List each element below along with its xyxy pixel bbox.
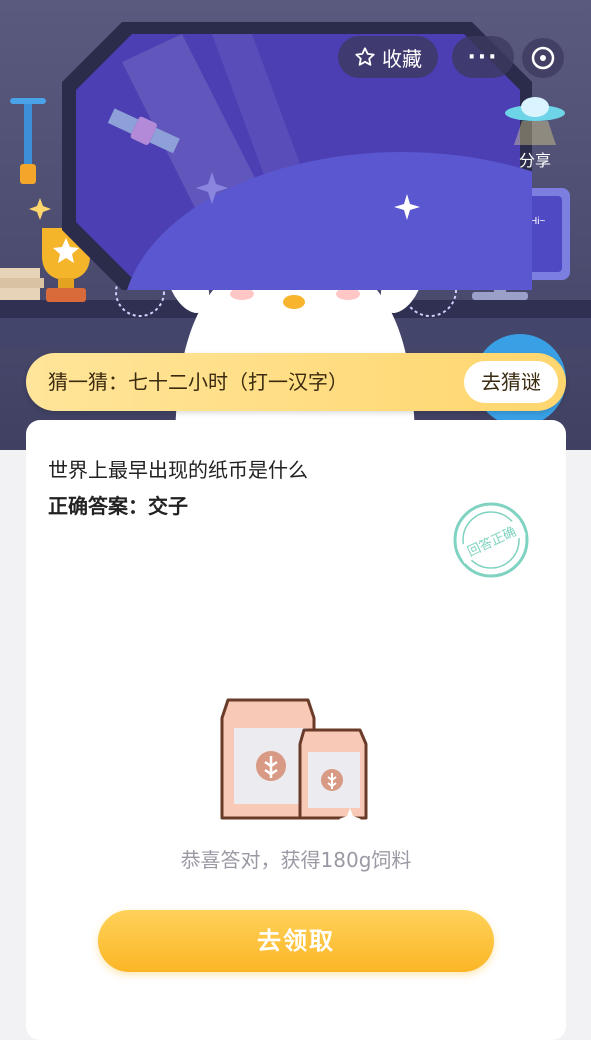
- more-icon: ···: [467, 44, 499, 70]
- reward-message: 恭喜答对，获得180g饲料: [180, 848, 412, 872]
- ufo-share-icon: [505, 97, 565, 145]
- share-button[interactable]: 分享: [500, 95, 570, 170]
- answer-card: 世界上最早出现的纸币是什么 正确答案：交子 回答正确 恭喜答对，获得180g饲料…: [26, 420, 566, 1040]
- stamp-text: 回答正确: [465, 524, 519, 560]
- riddle-banner: 猜一猜：七十二小时（打一汉字） 去猜谜: [26, 353, 566, 411]
- go-riddle-button[interactable]: 去猜谜: [464, 361, 558, 403]
- claim-button[interactable]: 去领取: [98, 910, 494, 972]
- hero-scene: Hi~ 收藏 ··· 分享 猜一猜：七十二小时（打一汉字） 去猜谜: [0, 0, 591, 450]
- close-button[interactable]: [522, 38, 564, 78]
- riddle-text: 猜一猜：七十二小时（打一汉字）: [48, 370, 348, 394]
- share-label: 分享: [518, 151, 551, 170]
- correct-answer: 正确答案：交子: [48, 494, 188, 518]
- feed-bag-icon: [220, 698, 368, 830]
- favorite-label: 收藏: [382, 46, 422, 71]
- close-icon: [531, 46, 555, 70]
- question-text: 世界上最早出现的纸币是什么: [48, 458, 308, 482]
- correct-stamp: 回答正确: [453, 502, 529, 578]
- more-button[interactable]: ···: [452, 36, 514, 78]
- favorite-button[interactable]: 收藏: [338, 36, 438, 78]
- star-icon: [355, 47, 375, 66]
- monitor-greeting: Hi~: [530, 216, 545, 227]
